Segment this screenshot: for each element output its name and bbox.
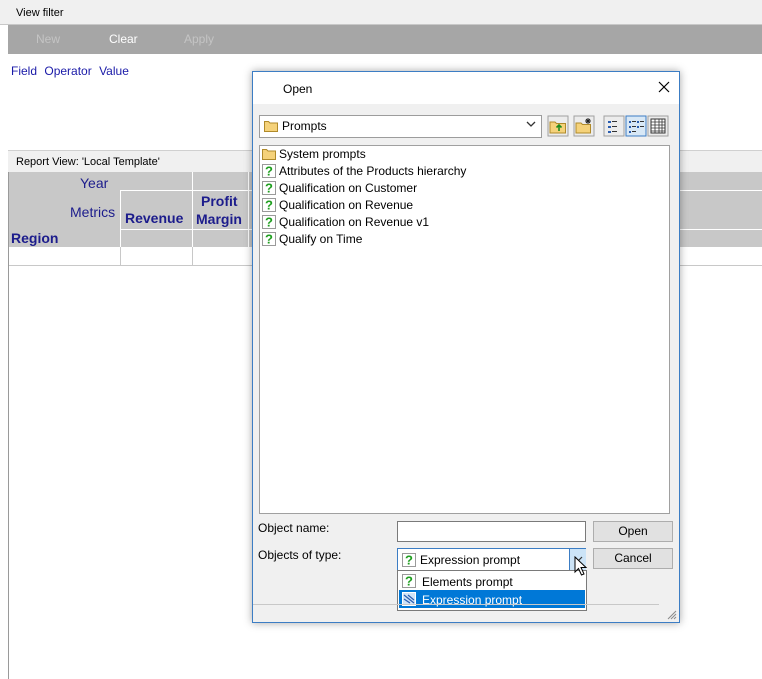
details-view-icon[interactable] xyxy=(647,115,669,137)
region-attribute-header[interactable]: Region xyxy=(11,230,58,246)
prompt-icon: ? xyxy=(262,215,276,229)
year-attribute-header[interactable]: Year xyxy=(80,175,108,191)
svg-text:?: ? xyxy=(405,574,413,588)
profit-margin-line1[interactable]: Profit xyxy=(201,193,238,209)
type-option-elements[interactable]: ? Elements prompt xyxy=(399,572,585,590)
profit-margin-line2[interactable]: Margin xyxy=(196,211,242,227)
open-button[interactable]: Open xyxy=(593,521,673,542)
svg-text:?: ? xyxy=(265,164,273,178)
file-list[interactable]: System prompts ? Attributes of the Produ… xyxy=(259,145,670,514)
svg-text:?: ? xyxy=(265,215,273,229)
look-in-value: Prompts xyxy=(282,119,327,133)
list-item-label: Qualification on Revenue xyxy=(279,198,414,212)
grid-line xyxy=(120,247,121,266)
list-item-label: Qualification on Customer xyxy=(279,181,418,195)
list-item-label: Attributes of the Products hierarchy xyxy=(279,164,467,178)
report-view-title: Report View: 'Local Template' xyxy=(16,156,160,168)
prompt-icon: ? xyxy=(262,232,276,246)
prompt-icon: ? xyxy=(262,198,276,212)
folder-icon xyxy=(264,121,278,132)
objects-of-type-label: Objects of type: xyxy=(258,548,342,562)
svg-text:?: ? xyxy=(265,181,273,195)
view-filter-header xyxy=(0,0,762,25)
prompt-icon: ? xyxy=(262,181,276,195)
list-item-label: Qualify on Time xyxy=(279,232,363,246)
prompt-icon: ? xyxy=(262,164,276,178)
svg-text:?: ? xyxy=(265,232,273,246)
new-button[interactable]: New xyxy=(36,32,60,46)
dialog-titlebar[interactable] xyxy=(253,72,679,104)
value-column-label: Value xyxy=(99,64,129,78)
folder-icon xyxy=(262,149,276,160)
metrics-header[interactable]: Metrics xyxy=(70,204,115,220)
up-folder-icon[interactable] xyxy=(547,115,569,137)
view-filter-title: View filter xyxy=(16,7,64,19)
small-icons-view-icon[interactable] xyxy=(625,115,647,137)
dialog-title: Open xyxy=(283,82,313,96)
grid-line xyxy=(192,247,193,266)
object-name-label: Object name: xyxy=(258,521,330,535)
object-name-input[interactable] xyxy=(397,521,586,542)
revenue-metric-header[interactable]: Revenue xyxy=(125,210,183,226)
type-option-expression[interactable]: Expression prompt xyxy=(399,590,585,608)
field-column-label: Field xyxy=(11,64,38,78)
objects-of-type-value: Expression prompt xyxy=(420,553,521,567)
look-in-combo[interactable]: Prompts xyxy=(259,115,542,138)
list-item-label: System prompts xyxy=(279,147,366,161)
open-dialog: Open Prompts System prompts ? Attributes… xyxy=(252,71,680,623)
clear-button[interactable]: Clear xyxy=(109,32,138,46)
prompt-icon: ? xyxy=(402,574,416,588)
operator-column-label: Operator xyxy=(44,64,92,78)
objects-of-type-combo[interactable]: ? Expression prompt xyxy=(397,548,586,572)
apply-button[interactable]: Apply xyxy=(184,32,214,46)
list-item-label: Qualification on Revenue v1 xyxy=(279,215,430,229)
svg-text:?: ? xyxy=(265,198,273,212)
list-view-icon[interactable] xyxy=(603,115,625,137)
resize-grip-icon[interactable] xyxy=(667,610,677,620)
view-filter-toolbar: New Clear Apply xyxy=(8,25,762,54)
status-bar-divider xyxy=(253,604,659,605)
close-icon[interactable] xyxy=(655,78,673,96)
cancel-button[interactable]: Cancel xyxy=(593,548,673,569)
chevron-down-icon[interactable] xyxy=(526,119,536,132)
prompt-icon: ? xyxy=(402,553,416,567)
option-label: Elements prompt xyxy=(422,575,513,589)
svg-text:?: ? xyxy=(405,553,413,567)
mouse-cursor-icon xyxy=(574,556,588,576)
new-folder-icon[interactable] xyxy=(573,115,595,137)
view-filter-columns: Field Operator Value xyxy=(11,64,133,78)
